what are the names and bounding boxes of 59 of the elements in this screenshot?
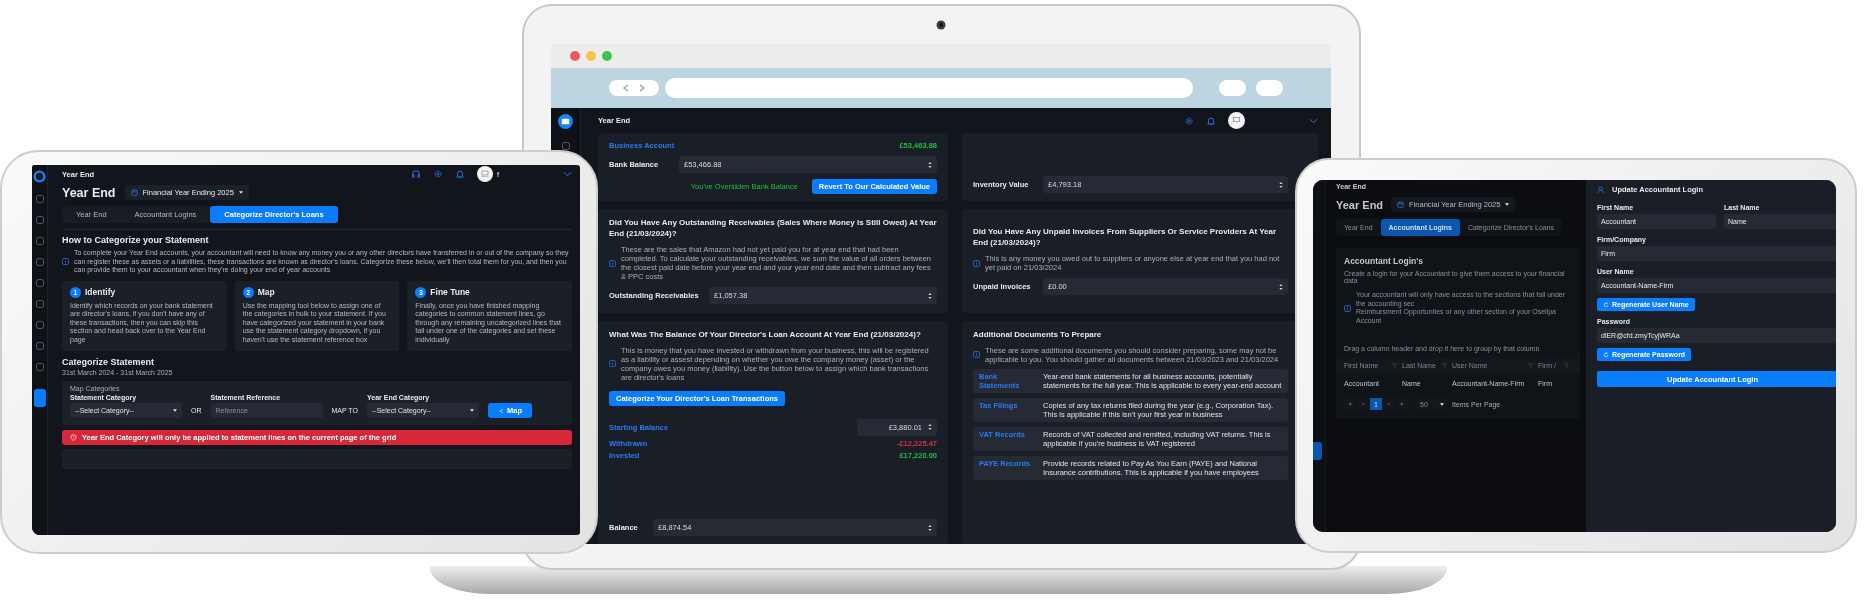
caret-icon <box>173 409 177 412</box>
logo-icon[interactable] <box>558 114 573 129</box>
stepper-arrows-icon[interactable] <box>1279 180 1283 189</box>
caret-icon <box>238 191 243 194</box>
chevron-down-icon[interactable] <box>563 171 572 177</box>
stepper-arrows-icon[interactable] <box>928 423 932 431</box>
camera-icon <box>936 20 946 30</box>
refresh-icon <box>1603 351 1609 358</box>
calendar-icon <box>1397 201 1405 208</box>
toolbar-button[interactable] <box>1219 80 1246 96</box>
info-icon <box>62 258 69 266</box>
traffic-lights-icon[interactable] <box>569 50 613 62</box>
info-icon <box>609 360 616 367</box>
shield-icon <box>70 434 77 441</box>
info-icon <box>973 259 980 267</box>
last-page-button[interactable] <box>1396 398 1408 410</box>
filter-icon[interactable] <box>1442 363 1447 368</box>
last-page-icon <box>1400 402 1404 406</box>
caret-icon <box>469 409 474 412</box>
step-title: Map <box>257 287 275 297</box>
headset-icon[interactable] <box>410 169 421 179</box>
filter-icon[interactable] <box>1528 363 1533 368</box>
chevron-down-icon[interactable] <box>1309 117 1318 124</box>
question-heading: What Was The Balance Of Your Director's Loan Account At Year End (21/03/2024)? <box>609 330 922 341</box>
avatar[interactable] <box>1228 112 1245 129</box>
section-heading: Accountant Login's <box>1344 256 1424 266</box>
info-icon <box>1344 304 1351 312</box>
step-title: Identify <box>85 287 116 297</box>
page-heading: Year End <box>62 185 116 200</box>
step-title: Fine Tune <box>430 287 470 297</box>
stepper-arrows-icon[interactable] <box>928 291 932 300</box>
square-outline-icon[interactable] <box>560 141 571 151</box>
section-heading: How to Categorize your Statement <box>62 235 210 245</box>
question-heading: Did You Have Any Unpaid Invoices From Suppliers Or Service Providers At Year End (21/03/2024)? <box>973 227 1278 248</box>
user-icon <box>1597 185 1605 194</box>
stepper-arrows-icon[interactable] <box>1279 282 1283 291</box>
stepper-arrows-icon[interactable] <box>928 523 932 532</box>
toolbar-button[interactable] <box>1256 80 1283 96</box>
info-icon <box>609 259 616 267</box>
filter-icon[interactable] <box>1392 363 1397 368</box>
question-heading: Did You Have Any Outstanding Receivables (Sales Where Money Is Still Owed) At Year End (21/03/2024)? <box>609 218 937 239</box>
bell-icon[interactable] <box>1206 115 1216 126</box>
bell-icon[interactable] <box>454 169 465 179</box>
page-heading: Year End <box>1336 198 1384 211</box>
navigation-buttons[interactable] <box>609 80 659 96</box>
back-forward-icon[interactable] <box>621 84 647 92</box>
avatar[interactable] <box>476 166 493 182</box>
first-page-icon <box>1348 402 1352 406</box>
filter-icon[interactable] <box>1564 363 1569 368</box>
first-page-button[interactable] <box>1344 398 1356 410</box>
caret-icon <box>1505 203 1510 206</box>
stepper-arrows-icon[interactable] <box>928 160 932 169</box>
active-nav-item[interactable] <box>33 389 46 407</box>
section-heading: Additional Documents To Prepare <box>973 330 1103 341</box>
refresh-icon <box>1603 301 1609 308</box>
caret-icon <box>1440 402 1444 406</box>
section-heading: Categorize Statement <box>62 357 156 367</box>
info-icon <box>973 351 980 358</box>
calendar-icon <box>130 189 138 196</box>
